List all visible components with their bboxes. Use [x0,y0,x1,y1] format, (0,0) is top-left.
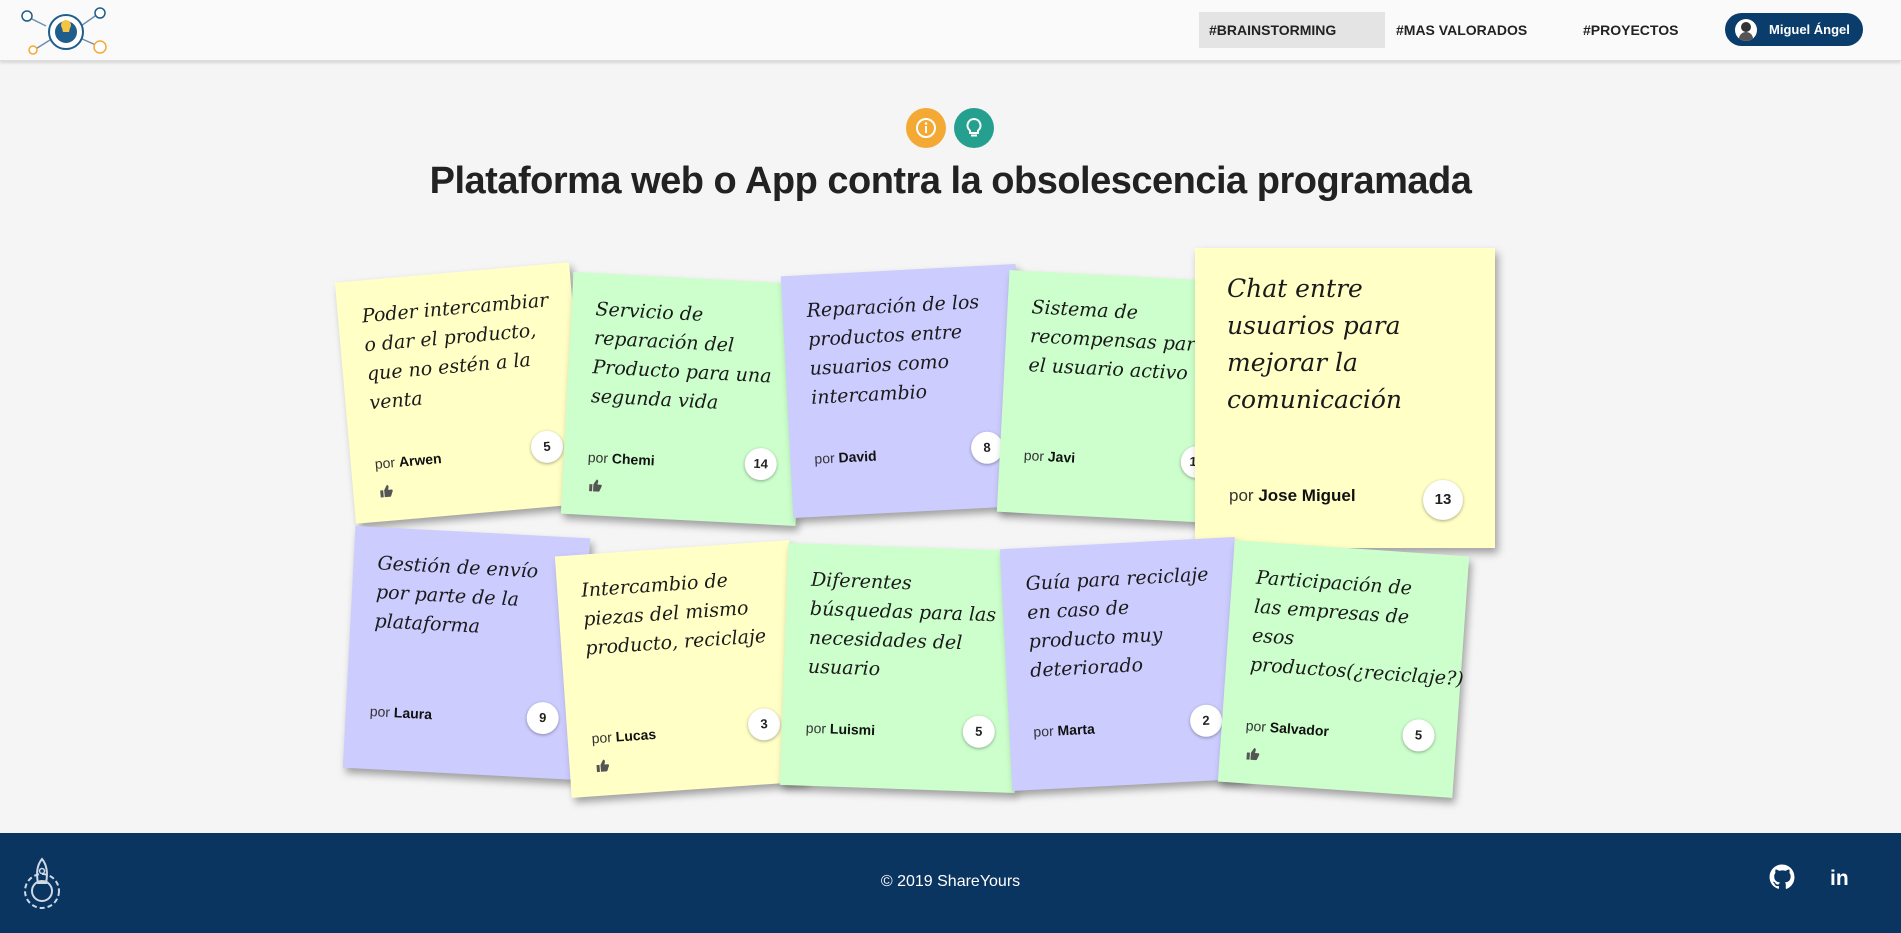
vote-count-badge: 2 [1189,703,1223,738]
note-author: por Lucas [591,726,657,746]
note-text: Participación de las empresas de esos pr… [1249,566,1465,691]
top-navbar: #BRAINSTORMING #MAS VALORADOS #PROYECTOS… [0,0,1901,61]
idea-note[interactable]: Poder intercambiar o dar el producto, qu… [334,262,591,524]
nav-mas-valorados[interactable]: #MAS VALORADOS [1386,12,1537,48]
author-prefix: por [805,719,827,737]
author-prefix: por [591,728,613,747]
author-name: Jose Miguel [1258,486,1356,505]
note-text: Gestión de envío por parte de la platafo… [373,552,539,638]
note-text: Diferentes búsquedas para las necesidade… [807,568,997,681]
app-logo[interactable] [18,6,122,56]
author-name: Chemi [611,450,656,469]
note-author: por Chemi [587,449,655,468]
note-author: por Salvador [1245,717,1329,739]
lightbulb-icon [966,117,982,137]
avatar [1735,18,1757,41]
linkedin-icon[interactable]: in [1830,867,1849,891]
vote-count-badge: 14 [743,447,778,481]
author-name: Lucas [615,725,657,745]
vote-count-badge: 5 [529,429,565,465]
idea-note[interactable]: Gestión de envío por parte de la platafo… [342,526,591,780]
vote-count-badge: 5 [1401,718,1436,753]
author-name: Luismi [829,720,876,739]
info-icon [916,118,936,138]
note-text: Chat entre usuarios para mejorar la comu… [1227,274,1403,414]
note-author: por Jose Miguel [1229,486,1356,506]
author-prefix: por [1023,447,1045,465]
note-text: Sistema de recompensas para el usuario a… [1027,296,1208,385]
vote-count-badge: 13 [1423,480,1463,520]
author-name: David [838,447,878,466]
thumbs-up-icon[interactable] [379,483,394,501]
author-prefix: por [369,703,391,721]
author-name: Salvador [1269,719,1330,740]
note-text: Reparación de los productos entre usuari… [806,290,980,409]
github-icon[interactable] [1769,864,1795,890]
thumbs-up-icon[interactable] [1245,746,1260,764]
vote-count-badge: 9 [525,701,560,735]
author-prefix: por [587,449,609,467]
author-name: Laura [393,704,433,723]
author-prefix: por [1245,717,1267,735]
idea-note[interactable]: Reparación de los productos entre usuari… [780,264,1029,518]
page-title: Plataforma web o App contra la obsolesce… [429,160,1472,202]
vote-count-badge: 5 [962,715,996,749]
author-prefix: por [1033,722,1055,740]
note-text: Poder intercambiar o dar el producto, qu… [360,289,550,415]
author-prefix: por [374,454,396,472]
author-prefix: por [1229,486,1254,505]
info-button[interactable] [906,108,946,148]
idea-note[interactable]: Diferentes búsquedas para las necesidade… [779,542,1024,794]
idea-note[interactable]: Participación de las empresas de esos pr… [1217,540,1470,798]
idea-button[interactable] [954,108,994,148]
thumbs-up-icon[interactable] [588,478,603,496]
user-menu-button[interactable]: Miguel Ángel [1725,13,1863,46]
note-author: por David [814,448,877,467]
note-text: Servicio de reparación del Producto para… [590,298,773,414]
author-name: Javi [1047,448,1076,466]
note-text: Guía para reciclaje en caso de producto … [1025,563,1210,682]
nav-proyectos[interactable]: #PROYECTOS [1573,12,1688,48]
idea-note[interactable]: Servicio de reparación del Producto para… [560,272,809,526]
author-prefix: por [814,449,836,467]
author-name: Arwen [398,450,443,470]
idea-note[interactable]: Guía para reciclaje en caso de producto … [999,537,1248,791]
copyright-text: © 2019 ShareYours [880,873,1021,890]
author-name: Marta [1057,720,1096,739]
note-author: por Laura [369,703,432,722]
note-author: por Luismi [806,720,876,738]
user-name: Miguel Ángel [1769,22,1850,37]
thumbs-up-icon[interactable] [595,758,610,776]
footer: © 2019 ShareYours in [0,833,1901,933]
note-author: por Javi [1023,447,1075,466]
note-author: por Arwen [374,450,442,472]
note-text: Intercambio de piezas del mismo producto… [580,569,767,660]
note-author: por Marta [1033,721,1095,740]
nav-brainstorming[interactable]: #BRAINSTORMING [1199,12,1385,48]
idea-note[interactable]: Intercambio de piezas del mismo producto… [554,540,807,798]
idea-note[interactable]: Chat entre usuarios para mejorar la comu… [1195,248,1495,548]
vote-count-badge: 3 [746,707,782,742]
